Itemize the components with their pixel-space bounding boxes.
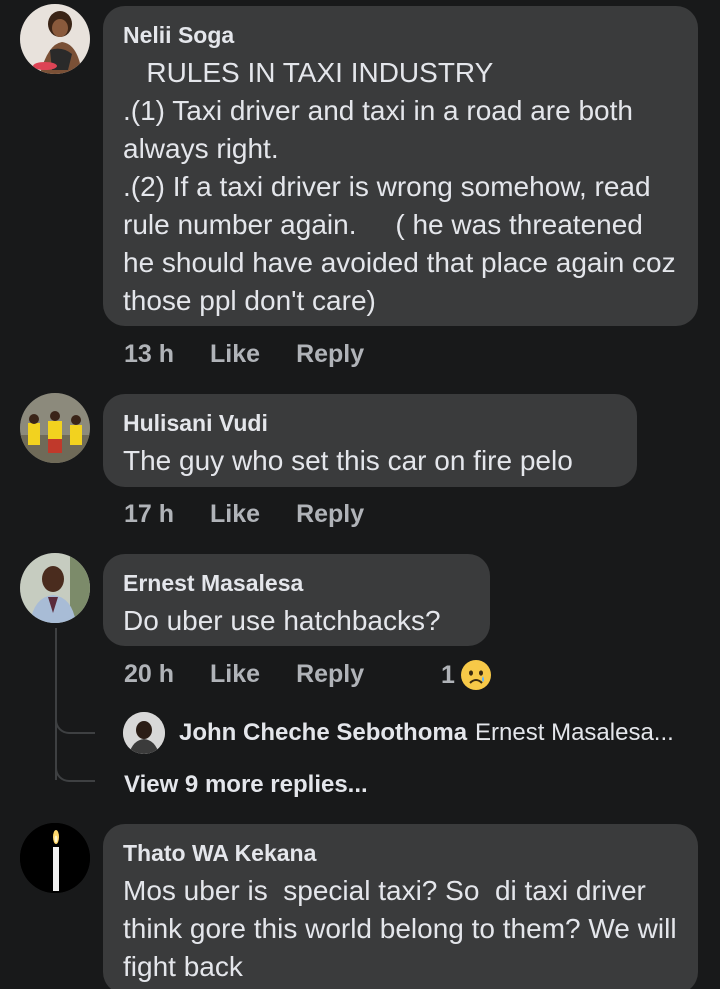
avatar-photo	[20, 553, 90, 623]
view-more-replies-link[interactable]: View 9 more replies...	[124, 771, 368, 799]
comment-actions: 17 h Like Reply	[124, 500, 400, 529]
avatar-nelii-soga[interactable]	[20, 4, 90, 74]
sad-emoji-icon	[460, 660, 491, 690]
comment-timestamp[interactable]: 13 h	[124, 340, 174, 369]
avatar-john-cheche-sebothoma[interactable]	[123, 712, 165, 754]
comment-text: RULES IN TAXI INDUSTRY .(1) Taxi driver …	[123, 57, 676, 316]
comment-feed: Nelii Soga RULES IN TAXI INDUSTRY .(1) T…	[0, 0, 720, 989]
comment-author[interactable]: Thato WA Kekana	[123, 838, 678, 868]
avatar-photo	[20, 4, 90, 74]
reply-author[interactable]: John Cheche Sebothoma	[179, 719, 467, 747]
like-button[interactable]: Like	[210, 660, 260, 689]
comment-bubble: Thato WA Kekana Mos uber is special taxi…	[103, 824, 698, 989]
comment-text: Do uber use hatchbacks?	[123, 605, 441, 636]
thread-branch	[55, 712, 95, 734]
thread-connector	[55, 628, 57, 780]
reply-button[interactable]: Reply	[296, 500, 364, 529]
reaction-summary[interactable]: 1	[441, 660, 491, 690]
candle-photo	[20, 823, 90, 893]
comment-author[interactable]: Ernest Masalesa	[123, 568, 470, 598]
reaction-count: 1	[441, 660, 455, 689]
reply-text: Ernest Masalesa...	[475, 719, 674, 746]
reply-button[interactable]: Reply	[296, 660, 364, 689]
avatar-photo	[20, 393, 90, 463]
avatar-thato-wa-kekana[interactable]	[20, 823, 90, 893]
like-button[interactable]: Like	[210, 340, 260, 369]
comment-bubble: Nelii Soga RULES IN TAXI INDUSTRY .(1) T…	[103, 6, 698, 326]
comment-author[interactable]: Hulisani Vudi	[123, 408, 617, 438]
comment-actions: 20 h Like Reply	[124, 660, 400, 689]
reply-preview[interactable]: John Cheche Sebothoma Ernest Masalesa...	[123, 712, 674, 754]
comment-timestamp[interactable]: 17 h	[124, 500, 174, 529]
comment-actions: 13 h Like Reply	[124, 340, 400, 369]
comment-text: The guy who set this car on fire pelo	[123, 445, 573, 476]
like-button[interactable]: Like	[210, 500, 260, 529]
comment-timestamp[interactable]: 20 h	[124, 660, 174, 689]
comment-bubble: Hulisani Vudi The guy who set this car o…	[103, 394, 637, 487]
avatar-ernest-masalesa[interactable]	[20, 553, 90, 623]
reply-button[interactable]: Reply	[296, 340, 364, 369]
comment-author[interactable]: Nelii Soga	[123, 20, 678, 50]
comment-bubble: Ernest Masalesa Do uber use hatchbacks?	[103, 554, 490, 646]
comment-text: Mos uber is special taxi? So di taxi dri…	[123, 875, 685, 982]
thread-branch	[55, 760, 95, 782]
avatar-hulisani-vudi[interactable]	[20, 393, 90, 463]
